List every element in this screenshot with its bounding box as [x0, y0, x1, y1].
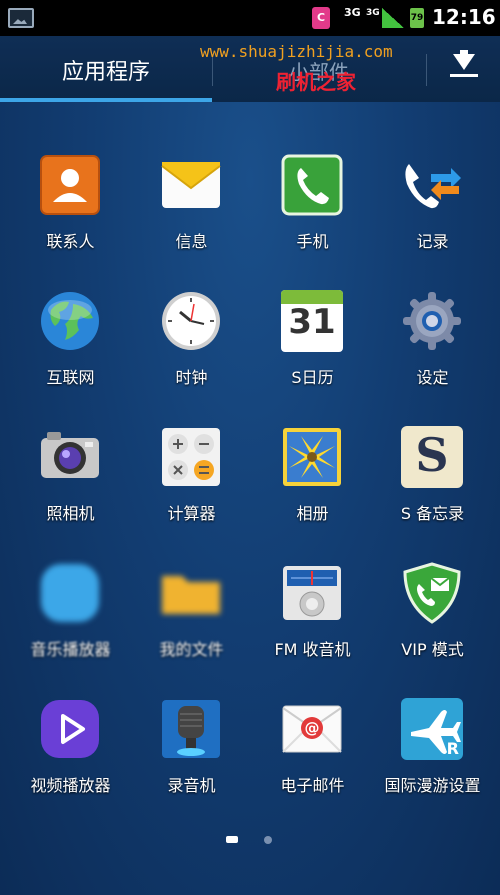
calculator-icon	[160, 426, 222, 488]
app-label: 手机	[296, 232, 329, 251]
contacts-icon	[39, 154, 101, 216]
app-label: 记录	[416, 232, 449, 251]
messages-icon	[160, 154, 222, 216]
app-label: 时钟	[175, 368, 208, 387]
app-settings[interactable]: 设定	[370, 276, 495, 396]
app-label: 互联网	[46, 368, 95, 387]
battery-icon: 79	[410, 8, 424, 28]
clock-time: 12:16	[432, 5, 496, 29]
app-label: 设定	[416, 368, 449, 387]
tab-apps[interactable]: 应用程序	[0, 36, 212, 102]
clock-icon	[160, 290, 222, 352]
app-fm-radio[interactable]: FM 收音机	[250, 548, 375, 668]
app-label: 照相机	[46, 504, 95, 523]
tab-apps-label: 应用程序	[61, 60, 150, 85]
video-player-icon	[39, 698, 101, 760]
call-log-icon	[401, 154, 463, 216]
gallery-icon	[281, 426, 343, 488]
app-label: 联系人	[46, 232, 95, 251]
app-clock[interactable]: 时钟	[129, 276, 254, 396]
roaming-icon: R	[401, 698, 463, 760]
app-gallery[interactable]: 相册	[250, 412, 375, 532]
app-camera[interactable]: 照相机	[8, 412, 133, 532]
memo-icon: S	[401, 426, 463, 488]
app-label: 国际漫游设置	[384, 776, 481, 795]
watermark-url: www.shuajizhijia.com	[200, 42, 393, 61]
tab-bar: 应用程序 小部件 www.shuajizhijia.com 刷机之家	[0, 36, 500, 102]
app-email[interactable]: @ 电子邮件	[250, 684, 375, 804]
app-contacts[interactable]: 联系人	[8, 140, 133, 260]
app-label: 我的文件	[159, 640, 224, 659]
app-label: 信息	[175, 232, 208, 251]
email-icon: @	[281, 698, 343, 760]
app-label: FM 收音机	[274, 640, 351, 659]
tab-divider	[426, 54, 427, 86]
camera-icon	[39, 426, 101, 488]
app-internet[interactable]: 互联网	[8, 276, 133, 396]
sim-icon: C	[312, 7, 330, 29]
roaming-letter: R	[446, 739, 459, 758]
app-label: 计算器	[167, 504, 216, 523]
app-label: 电子邮件	[280, 776, 345, 795]
app-label: S 备忘录	[400, 504, 465, 523]
app-my-files[interactable]: 我的文件	[129, 548, 254, 668]
memo-letter: S	[415, 428, 449, 482]
app-calendar[interactable]: 31 S日历	[250, 276, 375, 396]
network-3g-icon: 3G	[344, 6, 361, 19]
calendar-icon: 31	[281, 290, 343, 352]
music-player-icon	[39, 562, 101, 624]
app-label: 录音机	[167, 776, 216, 795]
app-memo[interactable]: S S 备忘录	[370, 412, 495, 532]
fm-radio-icon	[281, 562, 343, 624]
download-button[interactable]	[444, 50, 484, 90]
app-phone[interactable]: 手机	[250, 140, 375, 260]
app-voice-recorder[interactable]: 录音机	[129, 684, 254, 804]
phone-icon	[281, 154, 343, 216]
app-label: S日历	[291, 368, 334, 387]
gallery-icon	[8, 8, 34, 28]
page-indicator-inactive[interactable]	[264, 836, 272, 844]
settings-icon	[401, 290, 463, 352]
download-icon	[453, 54, 475, 70]
voice-recorder-icon	[160, 698, 222, 760]
app-roaming-settings[interactable]: R 国际漫游设置	[370, 684, 495, 804]
watermark-title: 刷机之家	[276, 70, 356, 94]
tab-active-indicator	[0, 98, 212, 102]
svg-text:@: @	[305, 719, 320, 737]
network-3g-secondary-icon: 3G	[366, 8, 380, 18]
app-label: 视频播放器	[30, 776, 111, 795]
internet-icon	[39, 290, 101, 352]
app-calculator[interactable]: 计算器	[129, 412, 254, 532]
status-bar[interactable]: C 3G 3G 79 12:16	[0, 0, 500, 36]
app-music-player[interactable]: 音乐播放器	[8, 548, 133, 668]
vip-mode-icon	[401, 562, 463, 624]
app-video-player[interactable]: 视频播放器	[8, 684, 133, 804]
signal-icon	[382, 8, 404, 28]
app-vip-mode[interactable]: VIP 模式	[370, 548, 495, 668]
app-label: 音乐播放器	[30, 640, 111, 659]
app-call-log[interactable]: 记录	[370, 140, 495, 260]
page-indicator-active[interactable]	[226, 836, 238, 843]
app-label: 相册	[296, 504, 329, 523]
calendar-day: 31	[288, 302, 336, 342]
app-label: VIP 模式	[401, 640, 464, 659]
my-files-icon	[160, 562, 222, 624]
app-messages[interactable]: 信息	[129, 140, 254, 260]
